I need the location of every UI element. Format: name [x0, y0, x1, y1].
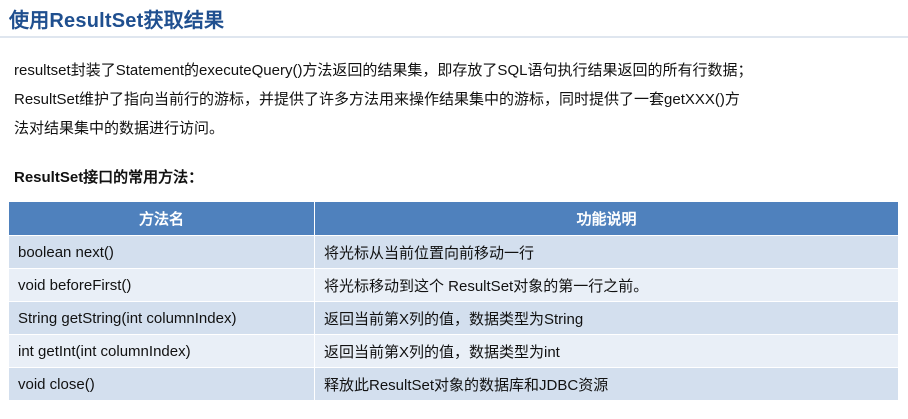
- slide: 使用ResultSet获取结果 resultset封装了Statement的ex…: [0, 0, 908, 419]
- column-header-method-name: 方法名: [8, 201, 315, 236]
- table-header-row: 方法名 功能说明: [8, 201, 899, 236]
- methods-table: 方法名 功能说明 boolean next() 将光标从当前位置向前移动一行 v…: [8, 201, 899, 401]
- method-name-cell: boolean next(): [8, 235, 315, 269]
- table-row: void close() 释放此ResultSet对象的数据库和JDBC资源: [8, 367, 899, 401]
- description-line: 法对结果集中的数据进行访问。: [14, 120, 225, 137]
- description-line: ResultSet维护了指向当前行的游标，并提供了许多方法用来操作结果集中的游标…: [14, 91, 740, 108]
- method-name-cell: void beforeFirst(): [8, 268, 315, 302]
- table-row: int getInt(int columnIndex) 返回当前第X列的值，数据…: [8, 334, 899, 368]
- table-row: boolean next() 将光标从当前位置向前移动一行: [8, 235, 899, 269]
- section-subheading: ResultSet接口的常用方法：: [14, 169, 204, 186]
- method-description-cell: 返回当前第X列的值，数据类型为String: [314, 301, 899, 335]
- method-description-cell: 将光标从当前位置向前移动一行: [314, 235, 899, 269]
- method-name-cell: int getInt(int columnIndex): [8, 334, 315, 368]
- title-divider: [0, 36, 908, 38]
- description-line: resultset封装了Statement的executeQuery()方法返回…: [14, 62, 753, 79]
- method-description-cell: 将光标移动到这个 ResultSet对象的第一行之前。: [314, 268, 899, 302]
- method-description-cell: 返回当前第X列的值，数据类型为int: [314, 334, 899, 368]
- method-name-cell: void close(): [8, 367, 315, 401]
- table-row: void beforeFirst() 将光标移动到这个 ResultSet对象的…: [8, 268, 899, 302]
- page-title: 使用ResultSet获取结果: [9, 10, 225, 32]
- description-paragraph: resultset封装了Statement的executeQuery()方法返回…: [14, 56, 899, 143]
- method-description-cell: 释放此ResultSet对象的数据库和JDBC资源: [314, 367, 899, 401]
- column-header-description: 功能说明: [314, 201, 899, 236]
- table-row: String getString(int columnIndex) 返回当前第X…: [8, 301, 899, 335]
- method-name-cell: String getString(int columnIndex): [8, 301, 315, 335]
